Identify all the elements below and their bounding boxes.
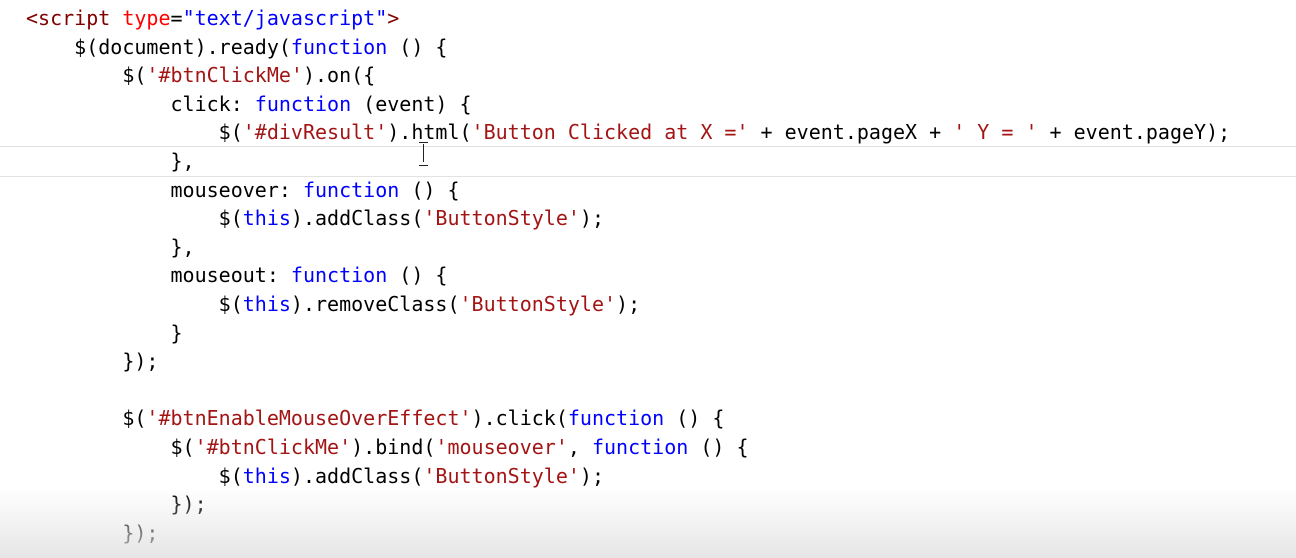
code-token: <script [26,6,111,30]
code-token: function [290,34,388,59]
code-token: '#btnClickMe' [146,63,303,88]
code-line[interactable]: $('#divResult').html('Button Clicked at … [26,118,1296,147]
code-token: ).click( [471,406,568,431]
code-token: ); [579,463,605,488]
code-token: function [254,91,352,116]
code-token: + event.pageX + [748,120,954,145]
code-line[interactable]: $(document).ready(function () { [26,33,1296,62]
code-token: this [242,291,291,316]
code-token: 'ButtonStyle' [423,206,580,231]
code-token: $( [26,434,195,459]
code-token: , [567,434,592,459]
code-line[interactable]: }); [26,490,1296,519]
code-token: () { [688,434,749,459]
code-token: }); [26,520,159,545]
code-token: type [122,6,171,30]
code-editor[interactable]: <script type="text/javascript"> $(docume… [0,0,1296,558]
code-token: mouseout: [26,263,291,288]
code-token: this [242,206,291,231]
code-token: 'mouseover' [435,434,568,459]
code-token: function [567,406,665,431]
code-token: ).addClass( [290,206,424,231]
code-line[interactable]: mouseover: function () { [26,176,1296,205]
code-token: mouseover: [26,177,303,202]
code-token: ).addClass( [290,463,424,488]
code-token: = [170,6,183,30]
code-line[interactable]: }, [0,145,1296,177]
code-token: > [387,6,400,30]
code-line[interactable]: $('#btnClickMe').on({ [26,61,1296,90]
code-line[interactable]: $(this).addClass('ButtonStyle'); [26,462,1296,491]
code-token: }, [26,148,195,173]
code-token: () { [399,177,460,202]
code-token: ); [616,291,641,316]
code-token: ).on({ [302,63,376,88]
code-token: () { [664,406,725,431]
code-line[interactable] [26,376,1296,405]
code-token: $( [26,63,147,88]
code-token: click: [26,91,255,116]
code-token: } [26,320,183,345]
code-token: '#btnEnableMouseOverEffect' [146,406,472,431]
code-line[interactable]: $('#btnEnableMouseOverEffect').click(fun… [26,404,1296,433]
code-token: 'ButtonStyle' [423,463,580,488]
code-token: $( [26,406,147,431]
code-line[interactable]: }); [26,347,1296,376]
code-token: 'Button Clicked at X =' [471,120,749,145]
code-token: '#btnClickMe' [194,434,352,459]
code-area[interactable]: <script type="text/javascript"> $(docume… [0,4,1296,548]
code-token: $( [26,120,243,145]
code-token: ).bind( [351,434,436,459]
code-token: function [302,177,400,202]
code-line[interactable]: click: function (event) { [26,90,1296,119]
ibeam-cursor-icon [418,142,430,166]
code-token: + event.pageY); [1037,120,1231,145]
code-token: ).html( [387,120,472,145]
code-token: $( [26,463,243,488]
code-token: () { [387,263,448,288]
code-token: '#divResult' [242,120,388,145]
code-line[interactable]: $('#btnClickMe').bind('mouseover', funct… [26,433,1296,462]
code-token: $(document).ready( [26,34,291,59]
code-line[interactable]: } [26,319,1296,348]
code-token: () { [387,34,448,59]
code-line[interactable]: }, [26,233,1296,262]
code-token: ); [579,206,605,231]
code-token: }); [26,349,159,374]
code-token: ' Y = ' [953,120,1038,145]
code-token: function [591,434,689,459]
code-token: function [290,263,388,288]
code-token: $( [26,291,243,316]
code-token: this [242,463,291,488]
code-token: "text/javascript" [182,6,388,30]
code-token: $( [26,206,243,231]
code-token: }); [26,492,207,517]
code-line[interactable]: $(this).removeClass('ButtonStyle'); [26,290,1296,319]
code-token: 'ButtonStyle' [459,291,617,316]
code-line[interactable]: }); [26,519,1296,548]
code-line[interactable]: <script type="text/javascript"> [26,4,1296,33]
code-token: (event) { [351,91,472,116]
code-line[interactable]: $(this).addClass('ButtonStyle'); [26,204,1296,233]
code-token: ).removeClass( [290,291,460,316]
code-token: }, [26,234,195,259]
code-line[interactable]: mouseout: function () { [26,261,1296,290]
